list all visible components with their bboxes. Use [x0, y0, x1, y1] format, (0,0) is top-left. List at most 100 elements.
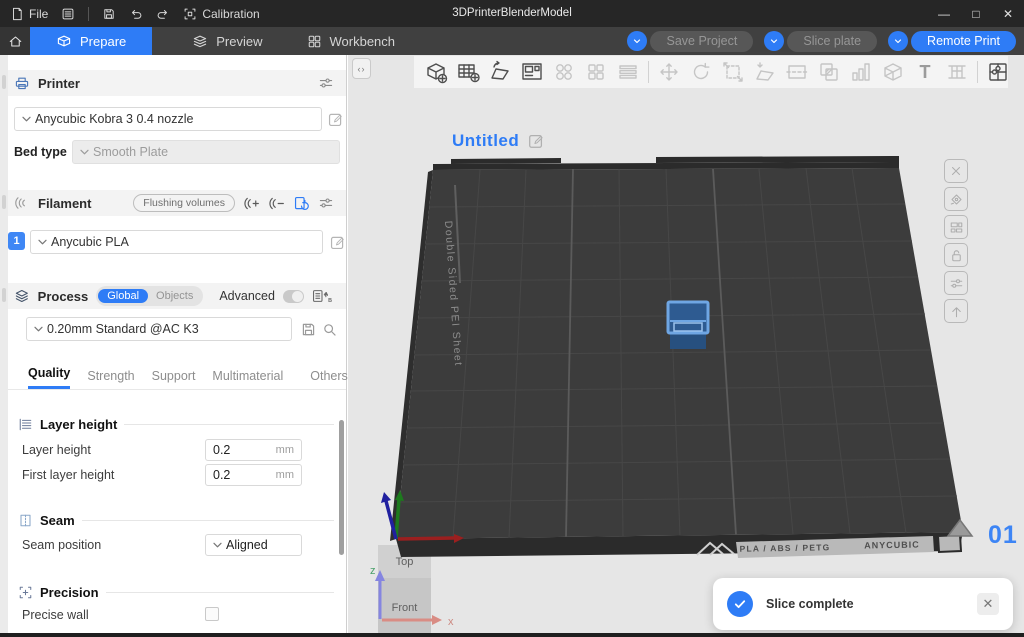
- seam-position-select[interactable]: Aligned: [205, 534, 302, 556]
- filament-settings-icon[interactable]: [318, 195, 334, 211]
- printer-section-title: Printer: [38, 76, 80, 91]
- tab-support[interactable]: Support: [152, 369, 196, 389]
- variable-layer-height-icon[interactable]: [849, 60, 873, 84]
- slice-plate-dropdown[interactable]: [764, 31, 784, 51]
- layer-height-input[interactable]: [213, 443, 263, 457]
- save-project-dropdown[interactable]: [627, 31, 647, 51]
- sidebar-scrollbar[interactable]: [339, 420, 344, 555]
- sync-filament-icon[interactable]: [293, 195, 310, 212]
- first-layer-height-field[interactable]: mm: [205, 464, 302, 486]
- move-icon[interactable]: [657, 60, 681, 84]
- file-menu[interactable]: File: [10, 7, 48, 21]
- filament-slot-badge[interactable]: 1: [8, 232, 25, 250]
- precision-group-title: Precision: [40, 585, 99, 600]
- mesh-edit-icon[interactable]: [881, 60, 905, 84]
- lock-plate-button[interactable]: [944, 243, 968, 267]
- process-preset-value: 0.20mm Standard @AC K3: [47, 322, 199, 336]
- extend-plate-button[interactable]: [944, 299, 968, 323]
- process-preset-select[interactable]: 0.20mm Standard @AC K3: [26, 317, 292, 341]
- toast-close-button[interactable]: ✕: [977, 593, 999, 615]
- printer-settings-icon[interactable]: [318, 75, 334, 91]
- compare-presets-icon[interactable]: AB: [312, 288, 334, 304]
- process-scope-toggle[interactable]: Global Objects: [96, 286, 203, 306]
- plate-button-stack: [944, 159, 968, 323]
- place-on-face-icon[interactable]: [753, 60, 777, 84]
- auto-orient-icon[interactable]: [488, 60, 512, 84]
- toolbar-separator: [648, 61, 649, 83]
- home-button[interactable]: [0, 27, 30, 55]
- orient-plate-button[interactable]: [944, 187, 968, 211]
- add-filament-icon[interactable]: [243, 195, 260, 212]
- flushing-volumes-button[interactable]: Flushing volumes: [133, 194, 235, 212]
- first-layer-height-input[interactable]: [213, 468, 263, 482]
- remote-print-button[interactable]: Remote Print: [911, 31, 1016, 52]
- seam-position-label: Seam position: [22, 538, 101, 552]
- axis-x-label: x: [448, 616, 454, 628]
- scope-objects[interactable]: Objects: [148, 289, 201, 303]
- arrange-grid-icon[interactable]: [584, 60, 608, 84]
- maximize-button[interactable]: □: [960, 0, 992, 27]
- precise-wall-checkbox[interactable]: [205, 607, 219, 621]
- menu-list-button[interactable]: [61, 7, 75, 21]
- gizmo-front-face[interactable]: Front: [378, 578, 431, 633]
- bed-type-select[interactable]: Smooth Plate: [72, 140, 340, 164]
- tab-preview[interactable]: Preview: [170, 27, 284, 55]
- layer-height-icon: [18, 417, 33, 432]
- filament-edit-icon[interactable]: [329, 234, 346, 251]
- layer-height-field[interactable]: mm: [205, 439, 302, 461]
- calibration-menu[interactable]: Calibration: [183, 7, 259, 21]
- boolean-icon[interactable]: [817, 60, 841, 84]
- tab-others[interactable]: Others: [310, 369, 348, 389]
- advanced-toggle[interactable]: [283, 290, 305, 303]
- scale-icon[interactable]: [721, 60, 745, 84]
- search-preset-icon[interactable]: [321, 321, 338, 338]
- rotate-icon[interactable]: [689, 60, 713, 84]
- sidebar-collapse-button[interactable]: ‹›: [352, 58, 371, 79]
- gizmo-top-face[interactable]: Top: [378, 545, 431, 578]
- orientation-cube[interactable]: Top Front: [378, 545, 431, 633]
- chevron-down-icon: [80, 149, 89, 156]
- delete-plate-button[interactable]: [944, 159, 968, 183]
- save-preset-icon[interactable]: [300, 321, 317, 338]
- plate-name-edit-icon[interactable]: [527, 132, 545, 150]
- add-model-icon[interactable]: [424, 60, 448, 84]
- tab-multimaterial[interactable]: Multimaterial: [212, 369, 283, 389]
- printer-preset-select[interactable]: Anycubic Kobra 3 0.4 nozzle: [14, 107, 322, 131]
- plate-settings-icon[interactable]: [520, 60, 544, 84]
- close-button[interactable]: ✕: [992, 0, 1024, 27]
- minimize-button[interactable]: —: [928, 0, 960, 27]
- scope-global[interactable]: Global: [98, 289, 148, 303]
- slice-plate-button[interactable]: Slice plate: [787, 31, 877, 52]
- save-project-button[interactable]: Save Project: [650, 31, 753, 52]
- remove-filament-icon[interactable]: [268, 195, 285, 212]
- tab-workbench[interactable]: Workbench: [285, 27, 418, 55]
- redo-button[interactable]: [156, 7, 170, 21]
- layers-stack-icon[interactable]: [616, 60, 640, 84]
- tab-strength[interactable]: Strength: [87, 369, 134, 389]
- support-painting-icon[interactable]: [945, 60, 969, 84]
- workbench-grid-icon: [307, 34, 322, 49]
- tab-workbench-label: Workbench: [330, 34, 396, 49]
- tab-quality[interactable]: Quality: [28, 366, 70, 389]
- window-bottom-frame: [0, 633, 1024, 637]
- arrange-plate-button[interactable]: [944, 215, 968, 239]
- plate-settings-button[interactable]: [944, 271, 968, 295]
- viewport-3d[interactable]: ‹› T Untitled: [348, 55, 1024, 633]
- printer-edit-icon[interactable]: [327, 111, 344, 128]
- add-plate-icon[interactable]: [456, 60, 480, 84]
- tab-prepare[interactable]: Prepare: [30, 27, 152, 55]
- chevron-down-icon: [213, 542, 222, 549]
- filament-preset-select[interactable]: Anycubic PLA: [30, 230, 323, 254]
- save-button[interactable]: [102, 7, 116, 21]
- remote-print-dropdown[interactable]: [888, 31, 908, 51]
- build-plate-surface: [396, 168, 963, 539]
- undo-button[interactable]: [129, 7, 143, 21]
- arrange-all-icon[interactable]: [552, 60, 576, 84]
- materials-label: PLA / ABS / PETG: [739, 542, 830, 554]
- text-tool-icon[interactable]: T: [913, 60, 937, 84]
- model-object[interactable]: [668, 302, 708, 349]
- pei-sheet-label: Double Sided PEI Sheet: [442, 220, 464, 367]
- seam-position-value: Aligned: [226, 538, 268, 552]
- assembly-icon[interactable]: [986, 60, 1010, 84]
- cut-icon[interactable]: [785, 60, 809, 84]
